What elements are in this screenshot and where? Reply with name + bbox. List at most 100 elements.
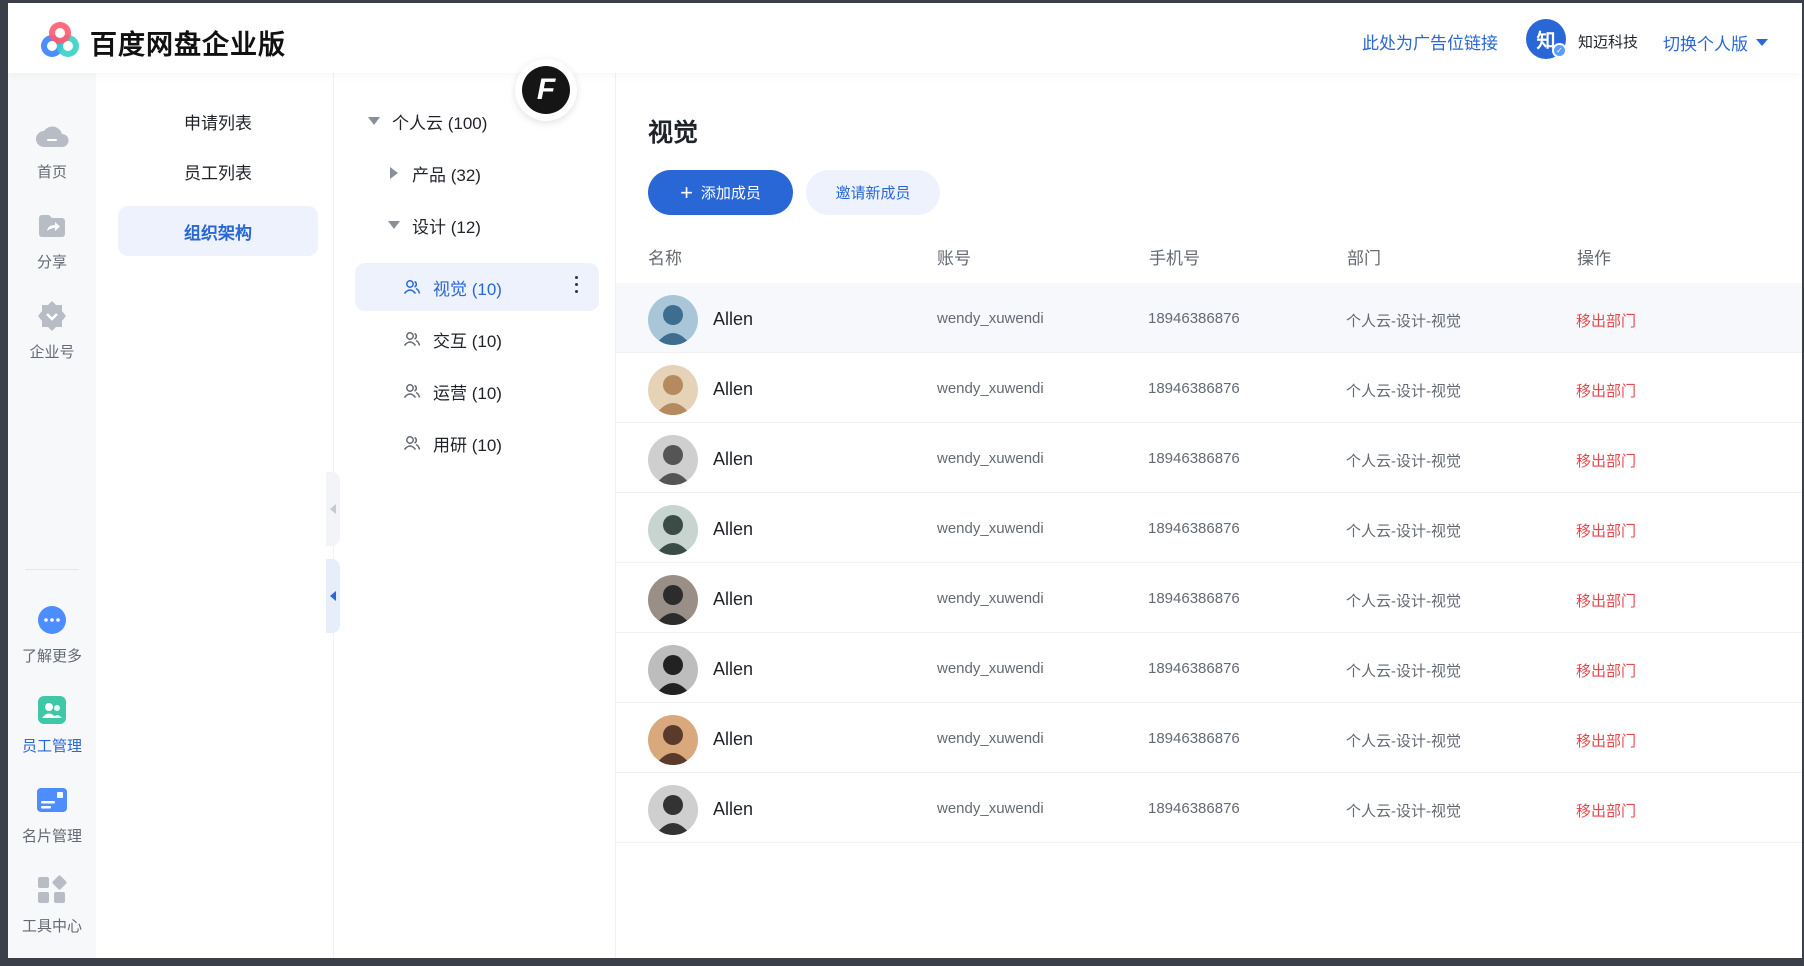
tree-group-research[interactable]: 用研 (10) bbox=[403, 419, 502, 467]
member-department: 个人云-设计-视觉 bbox=[1346, 453, 1461, 470]
submenu-item-org-structure[interactable]: 组织架构 bbox=[118, 206, 318, 256]
member-account: wendy_xuwendi bbox=[937, 380, 1044, 397]
group-icon bbox=[403, 280, 421, 294]
caret-down-icon bbox=[1756, 39, 1768, 46]
table-row[interactable]: Allen wendy_xuwendi 18946386876 个人云-设计-视觉 移出… bbox=[616, 423, 1802, 493]
collapsed-arrow-icon bbox=[390, 167, 398, 179]
table-row[interactable]: Allen wendy_xuwendi 18946386876 个人云-设计-视觉 移出… bbox=[616, 353, 1802, 423]
avatar bbox=[648, 365, 698, 415]
staff-icon bbox=[35, 693, 69, 727]
group-icon bbox=[403, 436, 421, 450]
tree-node-label: 产品 (32) bbox=[412, 165, 481, 185]
nav-item-share[interactable]: 分享 bbox=[8, 209, 96, 272]
member-name: Allen bbox=[713, 589, 754, 609]
member-name: Allen bbox=[713, 659, 754, 679]
member-phone: 18946386876 bbox=[1148, 520, 1240, 537]
member-department: 个人云-设计-视觉 bbox=[1346, 523, 1461, 540]
plus-icon: + bbox=[680, 179, 693, 205]
ad-link[interactable]: 此处为广告位链接 bbox=[1362, 29, 1498, 54]
member-name: Allen bbox=[713, 379, 754, 399]
member-account: wendy_xuwendi bbox=[937, 590, 1044, 607]
switch-label: 切换个人版 bbox=[1663, 35, 1748, 54]
brand-title: 百度网盘企业版 bbox=[90, 30, 286, 60]
table-row[interactable]: Allen wendy_xuwendi 18946386876 个人云-设计-视觉 移出… bbox=[616, 633, 1802, 703]
nav-label-home: 首页 bbox=[36, 164, 67, 181]
member-name: Allen bbox=[713, 309, 754, 329]
table-row[interactable]: Allen wendy_xuwendi 18946386876 个人云-设计-视觉 移出… bbox=[616, 493, 1802, 563]
tree-group-label: 用研 (10) bbox=[433, 435, 502, 455]
collapse-tree-handle[interactable] bbox=[326, 559, 340, 633]
add-member-button[interactable]: + 添加成员 bbox=[648, 170, 793, 215]
nav-label-enterprise: 企业号 bbox=[29, 344, 75, 361]
add-member-label: 添加成员 bbox=[700, 185, 761, 202]
nav-label-staff: 员工管理 bbox=[21, 738, 82, 755]
remove-from-department-link[interactable]: 移出部门 bbox=[1576, 450, 1636, 471]
avatar bbox=[648, 505, 698, 555]
table-row[interactable]: Allen wendy_xuwendi 18946386876 个人云-设计-视觉 移出… bbox=[616, 703, 1802, 773]
nav-item-staff[interactable]: 员工管理 bbox=[8, 693, 96, 756]
cloud-icon bbox=[35, 119, 69, 153]
remove-from-department-link[interactable]: 移出部门 bbox=[1576, 800, 1636, 821]
member-phone: 18946386876 bbox=[1148, 590, 1240, 607]
nav-item-tools[interactable]: 工具中心 bbox=[8, 873, 96, 936]
submenu-item-employees[interactable]: 员工列表 bbox=[118, 146, 318, 196]
baidu-netdisk-logo bbox=[41, 22, 79, 57]
remove-from-department-link[interactable]: 移出部门 bbox=[1576, 310, 1636, 331]
more-options-icon[interactable] bbox=[575, 276, 579, 293]
page-title: 视觉 bbox=[648, 119, 699, 147]
more-chat-icon bbox=[35, 603, 69, 637]
table-row[interactable]: Allen wendy_xuwendi 18946386876 个人云-设计-视觉 移出… bbox=[616, 773, 1802, 843]
app-window: 百度网盘企业版 此处为广告位链接 知 ✓ 知迈科技 切换个人版 首页 分享 企业… bbox=[8, 3, 1802, 958]
tools-icon bbox=[35, 873, 69, 907]
remove-from-department-link[interactable]: 移出部门 bbox=[1576, 380, 1636, 401]
tree-node-label: 设计 (12) bbox=[412, 217, 481, 237]
nav-item-cards[interactable]: 名片管理 bbox=[8, 783, 96, 846]
share-folder-icon bbox=[35, 209, 69, 243]
tree-node-design[interactable]: 设计 (12) bbox=[388, 201, 481, 249]
remove-from-department-link[interactable]: 移出部门 bbox=[1576, 590, 1636, 611]
avatar bbox=[648, 435, 698, 485]
member-account: wendy_xuwendi bbox=[937, 730, 1044, 747]
member-name: Allen bbox=[713, 799, 754, 819]
nav-item-enterprise[interactable]: 企业号 bbox=[8, 299, 96, 362]
floating-app-icon[interactable]: F bbox=[515, 59, 577, 121]
tree-group-label: 交互 (10) bbox=[433, 331, 502, 351]
remove-from-department-link[interactable]: 移出部门 bbox=[1576, 520, 1636, 541]
member-account: wendy_xuwendi bbox=[937, 310, 1044, 327]
top-header: 百度网盘企业版 此处为广告位链接 知 ✓ 知迈科技 切换个人版 bbox=[8, 3, 1802, 73]
tree-group-label: 运营 (10) bbox=[433, 383, 502, 403]
member-name: Allen bbox=[713, 449, 754, 469]
org-name[interactable]: 知迈科技 bbox=[1578, 31, 1638, 52]
invite-member-button[interactable]: 邀请新成员 bbox=[806, 170, 940, 215]
nav-item-home[interactable]: 首页 bbox=[8, 119, 96, 182]
f-logo-icon: F bbox=[522, 66, 570, 114]
member-department: 个人云-设计-视觉 bbox=[1346, 663, 1461, 680]
member-department: 个人云-设计-视觉 bbox=[1346, 383, 1461, 400]
remove-from-department-link[interactable]: 移出部门 bbox=[1576, 730, 1636, 751]
tree-group-operations[interactable]: 运营 (10) bbox=[403, 367, 502, 415]
tree-node-product[interactable]: 产品 (32) bbox=[390, 149, 481, 197]
table-row[interactable]: Allen wendy_xuwendi 18946386876 个人云-设计-视觉 移出… bbox=[616, 283, 1802, 353]
nav-label-share: 分享 bbox=[36, 254, 67, 271]
nav-divider bbox=[25, 569, 79, 570]
remove-from-department-link[interactable]: 移出部门 bbox=[1576, 660, 1636, 681]
member-phone: 18946386876 bbox=[1148, 730, 1240, 747]
member-phone: 18946386876 bbox=[1148, 310, 1240, 327]
submenu-item-applications[interactable]: 申请列表 bbox=[118, 96, 318, 146]
card-icon bbox=[35, 783, 69, 817]
tree-group-interaction[interactable]: 交互 (10) bbox=[403, 315, 502, 363]
member-account: wendy_xuwendi bbox=[937, 660, 1044, 677]
collapse-submenu-handle[interactable] bbox=[326, 472, 340, 546]
member-phone: 18946386876 bbox=[1148, 380, 1240, 397]
table-row[interactable]: Allen wendy_xuwendi 18946386876 个人云-设计-视觉 移出… bbox=[616, 563, 1802, 633]
member-phone: 18946386876 bbox=[1148, 800, 1240, 817]
icon-sidebar: 首页 分享 企业号 了解更多 员工管理 名片管理 工具中心 bbox=[8, 73, 96, 958]
group-icon bbox=[403, 384, 421, 398]
group-icon bbox=[403, 332, 421, 346]
tree-group-visual[interactable]: 视觉 (10) bbox=[355, 263, 599, 311]
member-account: wendy_xuwendi bbox=[937, 520, 1044, 537]
tree-node-root[interactable]: 个人云 (100) bbox=[368, 97, 487, 145]
nav-item-learn-more[interactable]: 了解更多 bbox=[8, 603, 96, 666]
column-header-actions: 操作 bbox=[1577, 249, 1611, 268]
switch-personal-button[interactable]: 切换个人版 bbox=[1663, 30, 1768, 55]
